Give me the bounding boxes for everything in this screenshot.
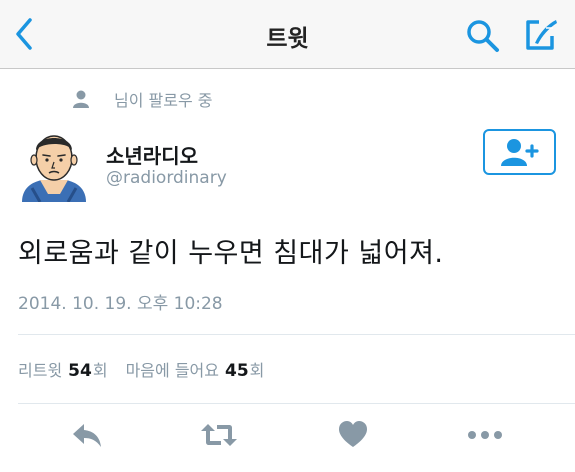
more-icon[interactable] bbox=[467, 420, 503, 450]
search-icon[interactable] bbox=[464, 18, 502, 54]
person-icon bbox=[73, 90, 89, 108]
nav-bar: 트윗 bbox=[0, 0, 575, 69]
divider bbox=[18, 334, 575, 335]
follow-button[interactable] bbox=[483, 129, 556, 175]
author-name[interactable]: 소년라디오 bbox=[106, 140, 198, 169]
likes-count[interactable]: 45 bbox=[225, 361, 249, 381]
compose-icon[interactable] bbox=[522, 16, 560, 54]
divider bbox=[18, 403, 575, 404]
retweet-icon[interactable] bbox=[200, 420, 238, 450]
retweets-label[interactable]: 리트윗 bbox=[18, 357, 62, 381]
follow-user-icon bbox=[500, 139, 539, 166]
retweets-count[interactable]: 54 bbox=[68, 361, 92, 381]
heart-icon[interactable] bbox=[338, 420, 368, 450]
likes-label[interactable]: 마음에 들어요 bbox=[126, 357, 219, 381]
tweet-timestamp: 2014. 10. 19. 오후 10:28 bbox=[18, 294, 223, 314]
social-context: 님이 팔로우 중 bbox=[72, 88, 213, 110]
reply-icon[interactable] bbox=[71, 420, 103, 450]
author-handle[interactable]: @radiordinary bbox=[106, 168, 227, 188]
avatar[interactable] bbox=[18, 128, 90, 202]
retweets-unit: 회 bbox=[92, 361, 108, 380]
tweet-text: 외로움과 같이 누우면 침대가 넓어져. bbox=[18, 238, 444, 269]
likes-unit: 회 bbox=[249, 361, 265, 380]
tweet-stats: 리트윗 54 회 마음에 들어요 45 회 bbox=[18, 357, 264, 381]
social-context-text: 님이 팔로우 중 bbox=[114, 91, 213, 110]
